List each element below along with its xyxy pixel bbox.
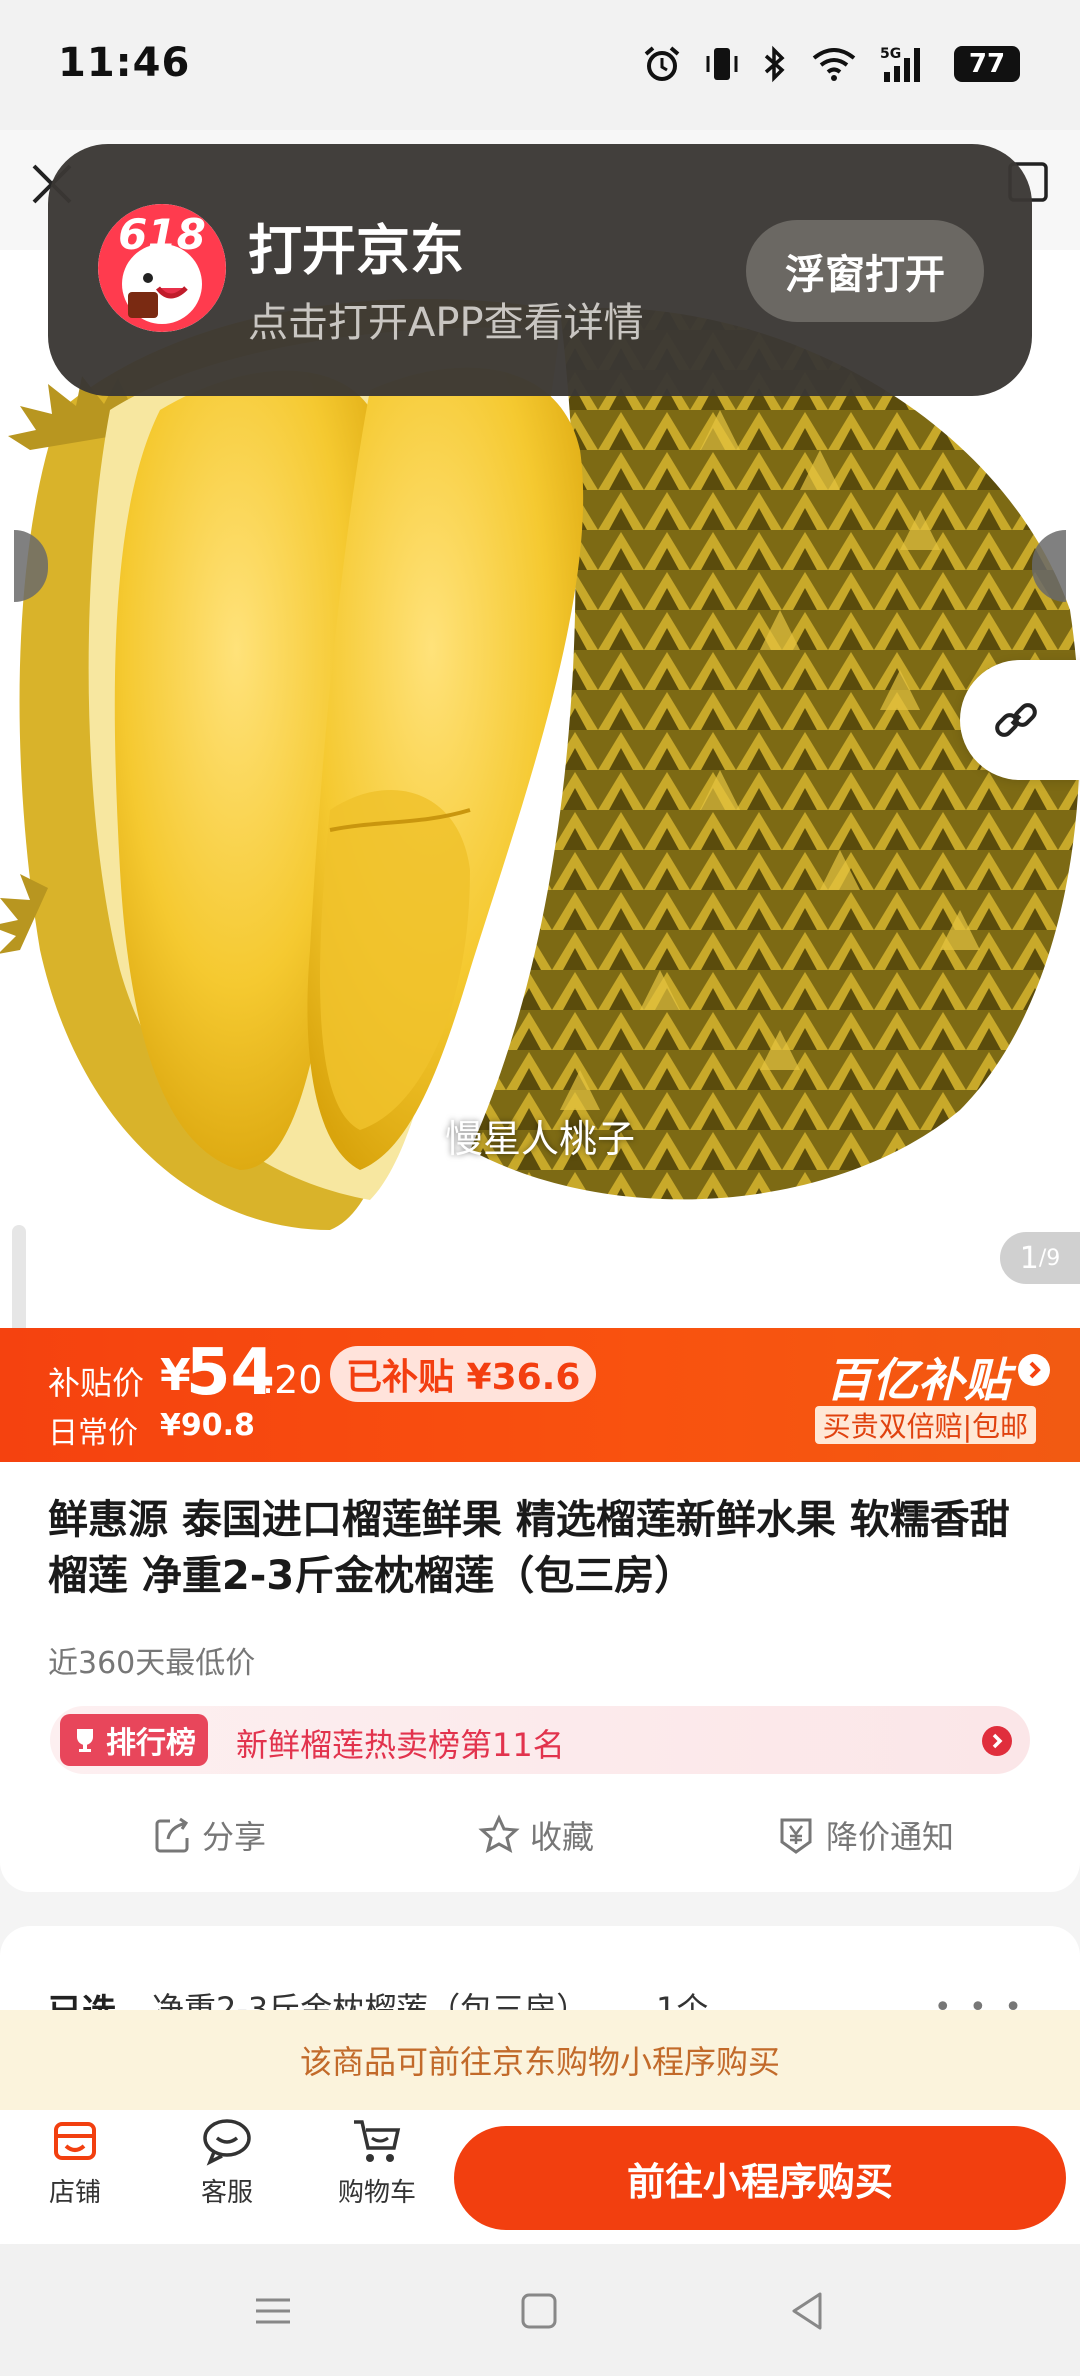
action-row: 分享 收藏 降价通知 xyxy=(0,1812,1080,1862)
regular-price-value: ¥90.8 xyxy=(160,1408,255,1443)
billion-subsidy-brand[interactable]: 百亿补贴 xyxy=(826,1344,1010,1410)
copy-link-button[interactable] xyxy=(960,660,1080,780)
share-label: 分享 xyxy=(202,1818,267,1856)
tab-service[interactable]: 客服 xyxy=(172,2116,282,2209)
bottom-action-bar: 店铺 客服 购物车 前往小程序购买 xyxy=(0,2110,1080,2244)
image-counter-total: /9 xyxy=(1038,1245,1061,1271)
share-button[interactable]: 分享 xyxy=(152,1812,266,1858)
status-bar: 11:46 5G 77 xyxy=(0,0,1080,130)
image-watermark: 慢星人桃子 xyxy=(444,1117,635,1161)
image-counter: 1/9 xyxy=(1000,1232,1080,1284)
tab-store[interactable]: 店铺 xyxy=(20,2116,130,2209)
favorite-button[interactable]: 收藏 xyxy=(478,1812,594,1858)
subsidy-amount-tag: 已补贴 ¥36.6 xyxy=(330,1346,597,1402)
battery-indicator: 77 xyxy=(954,46,1020,82)
system-navigation-bar xyxy=(0,2244,1080,2376)
wifi-icon xyxy=(812,48,856,81)
chevron-right-icon[interactable] xyxy=(982,1726,1012,1756)
ranking-badge-label: 排行榜 xyxy=(106,1726,196,1761)
price-alert-label: 降价通知 xyxy=(826,1818,955,1856)
tab-cart[interactable]: 购物车 xyxy=(322,2116,432,2209)
product-title: 鲜惠源 泰国进口榴莲鲜果 精选榴莲新鲜水果 软糯香甜 榴莲 净重2-3斤金枕榴莲… xyxy=(48,1497,1010,1599)
share-icon xyxy=(155,1817,189,1853)
tab-store-label: 店铺 xyxy=(48,2178,101,2208)
scroll-indicator xyxy=(12,1225,26,1328)
tab-service-label: 客服 xyxy=(200,2178,253,2208)
floating-open-button[interactable]: 浮窗打开 xyxy=(746,220,984,322)
durian-illustration xyxy=(0,298,1080,1230)
star-icon xyxy=(478,1814,520,1853)
vibrate-icon xyxy=(706,48,738,80)
price-alert-button[interactable]: 降价通知 xyxy=(776,1812,954,1858)
chevron-right-icon[interactable] xyxy=(1018,1354,1050,1386)
back-icon[interactable] xyxy=(782,2286,832,2336)
open-app-subtitle: 点击打开APP查看详情 xyxy=(248,300,644,346)
chat-icon xyxy=(203,2119,251,2166)
ranking-text: 新鲜榴莲热卖榜第11名 xyxy=(236,1726,565,1764)
product-image[interactable] xyxy=(0,250,1080,1328)
link-icon xyxy=(995,703,1037,737)
open-app-banner[interactable]: 618 打开京东 点击打开APP查看详情 浮窗打开 xyxy=(48,144,1032,396)
product-info-card: 鲜惠源 泰国进口榴莲鲜果 精选榴莲新鲜水果 软糯香甜 榴莲 净重2-3斤金枕榴莲… xyxy=(0,1462,1080,1892)
price-decimal: .20 xyxy=(262,1358,323,1402)
regular-price-label: 日常价 xyxy=(48,1416,138,1451)
status-icons: 5G 77 xyxy=(642,42,1020,86)
price-band: 补贴价 ¥ 54 .20 已补贴 ¥36.6 日常价 ¥90.8 百亿补贴 买贵… xyxy=(0,1328,1080,1462)
subsidy-price-label: 补贴价 xyxy=(48,1364,145,1402)
svg-text:5G: 5G xyxy=(880,46,901,62)
tab-cart-label: 购物车 xyxy=(337,2178,416,2208)
favorite-label: 收藏 xyxy=(530,1818,595,1856)
price-tag-icon xyxy=(780,1818,812,1854)
ranking-badge: 排行榜 xyxy=(60,1714,208,1766)
menu-icon[interactable] xyxy=(248,2286,298,2336)
clock: 11:46 xyxy=(58,40,191,86)
signal-5g-icon: 5G xyxy=(880,46,920,82)
store-icon xyxy=(54,2122,96,2160)
mini-program-notice: 该商品可前往京东购物小程序购买 xyxy=(0,2010,1080,2110)
bluetooth-icon xyxy=(764,45,785,83)
open-app-title: 打开京东 xyxy=(248,219,464,282)
promo-guarantee: 买贵双倍赔|包邮 xyxy=(814,1406,1036,1444)
home-icon[interactable] xyxy=(514,2286,564,2336)
lowest-price-note: 近360天最低价 xyxy=(48,1646,256,1681)
image-counter-current: 1 xyxy=(1019,1240,1039,1276)
app-root: 11:46 5G 77 慢星人桃子 1 /9 618 打开京东 点击打开APP查… xyxy=(0,0,1080,2376)
jd-618-logo: 618 xyxy=(98,204,226,332)
ranking-bar[interactable]: 排行榜 新鲜榴莲热卖榜第11名 xyxy=(50,1706,1030,1774)
trophy-icon xyxy=(77,1729,93,1752)
go-to-mini-program-button[interactable]: 前往小程序购买 xyxy=(454,2126,1066,2230)
alarm-icon xyxy=(644,46,680,81)
cart-icon xyxy=(354,2120,401,2162)
logo-618-text: 618 xyxy=(118,210,206,259)
